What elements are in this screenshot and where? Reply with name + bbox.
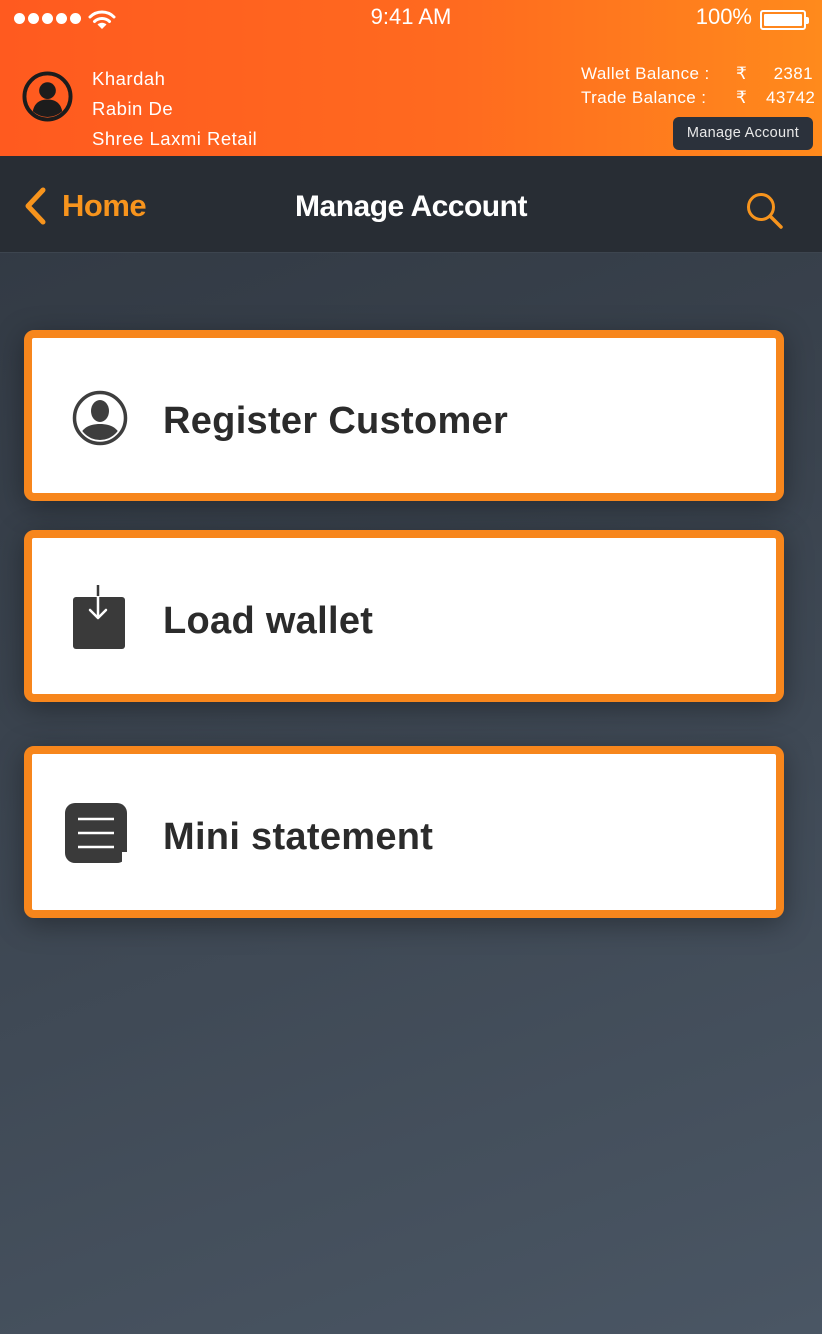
rupee-symbol: ₹ (736, 64, 748, 83)
statement-lines-icon (65, 803, 128, 864)
user-name: Rabin De (92, 98, 174, 119)
nav-bar: Home Manage Account (0, 156, 822, 253)
wallet-balance-value: 2381 (773, 64, 813, 83)
wallet-balance-label: Wallet Balance : (581, 64, 710, 83)
download-box-icon (73, 584, 125, 649)
mini-statement-label: Mini statement (163, 816, 434, 858)
user-location: Khardah (92, 68, 166, 89)
rupee-symbol: ₹ (736, 88, 748, 107)
register-customer-label: Register Customer (163, 400, 509, 442)
trade-balance-value: 43742 (766, 88, 816, 107)
user-info: Khardah Rabin De Shree Laxmi Retail (92, 64, 257, 154)
shop-name: Shree Laxmi Retail (92, 128, 258, 149)
load-wallet-label: Load wallet (163, 600, 374, 642)
search-icon[interactable] (744, 190, 784, 230)
balances: Wallet Balance : ₹ 2381 Trade Balance : … (581, 62, 816, 110)
battery-icon (760, 10, 809, 30)
trade-balance-row: Trade Balance : ₹ 43742 (581, 86, 816, 110)
wallet-balance-row: Wallet Balance : ₹ 2381 (581, 62, 813, 86)
page-title: Manage Account (295, 190, 527, 223)
load-wallet-card[interactable]: Load wallet (24, 530, 784, 702)
register-customer-card[interactable]: Register Customer (24, 330, 784, 501)
status-bar: 9:41 AM 100% (0, 0, 822, 36)
mini-statement-card[interactable]: Mini statement (24, 746, 784, 918)
battery-percent: 100% (695, 4, 752, 29)
account-header: 9:41 AM 100% Khardah Rabin De Shree Laxm… (0, 0, 822, 156)
manage-account-button[interactable]: Manage Account (673, 117, 813, 150)
user-circle-icon[interactable] (22, 71, 73, 122)
user-silhouette-icon (72, 390, 128, 446)
trade-balance-label: Trade Balance : (581, 88, 707, 107)
